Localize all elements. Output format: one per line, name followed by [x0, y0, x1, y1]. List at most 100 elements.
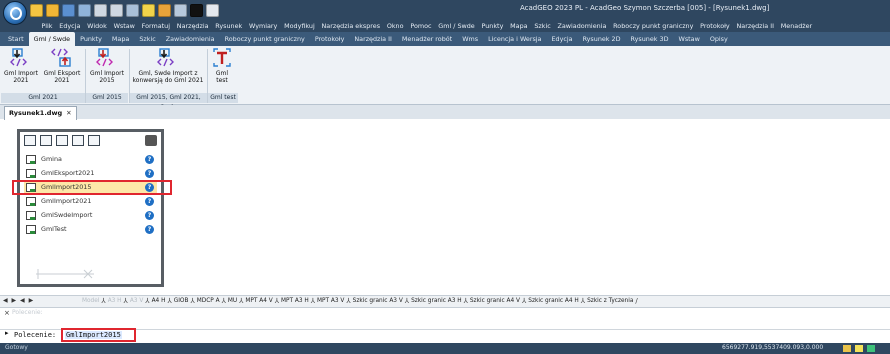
button-label-line2: 2015 — [99, 77, 115, 84]
menu-item[interactable]: Narzędzia ekspres — [318, 20, 383, 32]
save-as-icon[interactable] — [78, 3, 91, 17]
ribbon-tab[interactable]: Edycja — [546, 32, 577, 46]
gml-import-2021-button[interactable]: Gml Import 2021 — [2, 48, 40, 84]
help-icon[interactable]: ? — [145, 155, 154, 164]
layout-tab[interactable]: A3 H — [106, 296, 124, 307]
layout-nav-arrows[interactable]: ◀ ▶ ◀ ▶ — [3, 297, 34, 304]
layout-tab[interactable]: MPT A3 V — [315, 296, 346, 307]
ribbon-tab[interactable]: Protokoły — [310, 32, 350, 46]
gml-swde-import-button[interactable]: Gml, Swde Import z konwersją do Gml 2021 — [130, 48, 206, 84]
layout-tab[interactable]: MPT A3 H — [279, 296, 311, 307]
menu-item[interactable]: Zawiadomienia — [554, 20, 610, 32]
menu-item[interactable]: Widok — [84, 20, 110, 32]
button-label-line2: konwersją do Gml 2021 — [132, 77, 204, 84]
status-tray-icon[interactable] — [867, 345, 875, 352]
ribbon-tab[interactable]: Roboczy punkt graniczny — [220, 32, 310, 46]
close-icon[interactable]: ✕ — [66, 109, 71, 117]
menu-item[interactable]: Gml / Swde — [435, 20, 478, 32]
command-menu-icon[interactable]: ▸ — [5, 329, 9, 337]
undo-icon[interactable] — [94, 3, 107, 17]
document-tab[interactable]: Rysunek1.dwg ✕ — [4, 106, 77, 120]
menu-item[interactable]: Menadżer — [777, 20, 815, 32]
command-prompt: Polecenie: — [14, 331, 57, 339]
plot-icon[interactable] — [126, 3, 139, 17]
menu-item[interactable]: Wstaw — [110, 20, 138, 32]
menu-item[interactable]: Okno — [383, 20, 406, 32]
layout-tab[interactable]: Model — [80, 296, 101, 307]
sun-icon[interactable] — [158, 3, 171, 17]
layout-tab[interactable]: A4 H — [150, 296, 168, 307]
palette-view-icon[interactable] — [24, 135, 36, 146]
ribbon-tab[interactable]: Mapa — [107, 32, 134, 46]
gml-eksport-2021-button[interactable]: Gml Eksport 2021 — [40, 48, 84, 84]
menu-item[interactable]: Wymiary — [246, 20, 281, 32]
ribbon-tab[interactable]: Wstaw — [674, 32, 705, 46]
light-bulb-icon[interactable] — [142, 3, 155, 17]
help-icon[interactable]: ? — [145, 211, 154, 220]
save-icon[interactable] — [62, 3, 75, 17]
menu-item[interactable]: Plik — [38, 20, 56, 32]
menu-item[interactable]: Roboczy punkt graniczny — [610, 20, 697, 32]
menu-item[interactable]: Protokoły — [697, 20, 733, 32]
palette-search-icon[interactable] — [56, 135, 68, 146]
menu-item[interactable]: Narzędzia — [173, 20, 212, 32]
ribbon-tab[interactable]: Wms — [457, 32, 483, 46]
menu-item[interactable]: Szkic — [531, 20, 554, 32]
ribbon-tab[interactable]: Rysunek 3D — [626, 32, 674, 46]
ribbon-tab[interactable]: Licencja i Wersja — [483, 32, 546, 46]
properties-icon[interactable] — [174, 3, 187, 17]
menu-item[interactable]: Narzędzia II — [733, 20, 777, 32]
menu-item[interactable]: Mapa — [507, 20, 531, 32]
layer-color-icon[interactable] — [190, 3, 203, 17]
palette-item-gmlswdeimport[interactable]: GmlSwdeImport ? — [24, 209, 157, 222]
palette-item-gmleksport2021[interactable]: GmlEksport2021 ? — [24, 167, 157, 180]
menu-item[interactable]: Pomoc — [407, 20, 435, 32]
new-file-icon[interactable] — [30, 3, 43, 17]
ribbon-tab[interactable]: Start — [3, 32, 29, 46]
layout-tab[interactable]: Szkic granic A4 V — [468, 296, 522, 307]
layout-tab[interactable]: Szkic granic A3 H — [409, 296, 464, 307]
help-icon[interactable]: ? — [145, 169, 154, 178]
layout-tab[interactable]: Szkic granic A4 H — [526, 296, 581, 307]
help-icon[interactable]: ? — [145, 225, 154, 234]
help-icon[interactable]: ? — [145, 197, 154, 206]
status-tray-icon[interactable] — [843, 345, 851, 352]
menu-item[interactable]: Rysunek — [212, 20, 246, 32]
ribbon-tab[interactable]: Narzędzia II — [349, 32, 397, 46]
layer-dropdown-icon[interactable] — [206, 3, 219, 17]
group-label-gml-test: Gml test — [208, 93, 238, 103]
layout-tab[interactable]: MU — [226, 296, 239, 307]
redo-icon[interactable] — [110, 3, 123, 17]
palette-settings-icon[interactable] — [72, 135, 84, 146]
ribbon-tab[interactable]: Punkty — [75, 32, 107, 46]
menu-item[interactable]: Edycja — [56, 20, 84, 32]
status-tray-icon[interactable] — [855, 345, 863, 352]
palette-code-icon[interactable] — [88, 135, 100, 146]
layout-tab[interactable]: MDCP A — [195, 296, 222, 307]
menu-item[interactable]: Punkty — [478, 20, 507, 32]
palette-item-label: GmlSwdeImport — [41, 211, 93, 219]
print-icon[interactable] — [145, 135, 157, 146]
layout-tab[interactable]: MPT A4 V — [243, 296, 274, 307]
ribbon-tab[interactable]: Opisy — [705, 32, 733, 46]
open-file-icon[interactable] — [46, 3, 59, 17]
ribbon-tab[interactable]: Rysunek 2D — [578, 32, 626, 46]
palette-grid-icon[interactable] — [40, 135, 52, 146]
app-menu-button[interactable] — [3, 1, 27, 25]
palette-item-gmltest[interactable]: GmlTest ? — [24, 223, 157, 236]
ribbon-tab[interactable]: Zawiadomienia — [161, 32, 220, 46]
gml-import-2015-button[interactable]: Gml Import 2015 — [86, 48, 128, 84]
menu-item[interactable]: Modyfikuj — [281, 20, 318, 32]
layout-tab[interactable]: Szkic granic A3 V — [351, 296, 405, 307]
close-icon[interactable]: × — [4, 309, 10, 317]
ribbon-tab[interactable]: Menadżer robót — [397, 32, 457, 46]
ribbon-tab[interactable]: Szkic — [134, 32, 160, 46]
palette-item-gmlimport2021[interactable]: GmlImport2021 ? — [24, 195, 157, 208]
menu-item[interactable]: Formatuj — [138, 20, 173, 32]
layout-tab[interactable]: GIOB — [172, 296, 191, 307]
layout-tab[interactable]: A3 V — [128, 296, 145, 307]
gml-test-button[interactable]: Gml test — [208, 48, 236, 84]
ribbon-tab[interactable]: Gml / Swde — [28, 32, 76, 46]
layout-tab[interactable]: Szkic z Tyczenia — [585, 296, 635, 307]
palette-item-gmina[interactable]: Gmina ? — [24, 153, 157, 166]
